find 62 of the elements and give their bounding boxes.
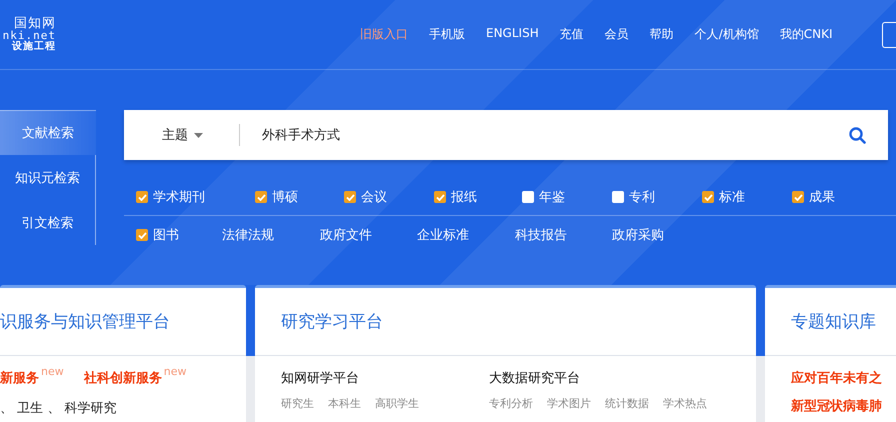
sub-link[interactable]: 高职学生 — [375, 396, 419, 411]
card-title: 专题知识库 — [791, 311, 876, 333]
search-tab[interactable]: 文献检索 — [0, 110, 96, 155]
new-label: new — [41, 365, 64, 378]
database-checkbox[interactable]: 学术期刊 — [136, 188, 205, 206]
nav-link[interactable]: 帮助 — [650, 26, 674, 43]
search-button[interactable] — [849, 126, 866, 144]
database-link[interactable]: 企业标准 — [417, 226, 469, 244]
nav-link[interactable]: ENGLISH — [486, 26, 539, 43]
category-text: 、 卫生 、 科学研究 — [0, 400, 118, 417]
database-link[interactable]: 法律法规 — [222, 226, 274, 244]
search-tab[interactable]: 知识元检索 — [0, 155, 96, 200]
database-checkbox[interactable]: 成果 — [792, 188, 835, 206]
database-checkbox[interactable]: 年鉴 — [522, 188, 565, 206]
card-title: 研究学习平台 — [281, 311, 383, 333]
card-title: 识服务与知识管理平台 — [0, 311, 170, 333]
database-checkbox[interactable]: 专利 — [612, 188, 655, 206]
database-link[interactable]: 政府文件 — [320, 226, 372, 244]
field-dropdown[interactable]: 主题 — [162, 126, 203, 144]
outline-button[interactable] — [882, 22, 896, 48]
checkbox[interactable] — [434, 191, 446, 203]
checkbox[interactable] — [522, 191, 534, 203]
checkbox[interactable] — [136, 229, 148, 241]
checkbox[interactable] — [344, 191, 356, 203]
database-checkbox[interactable]: 标准 — [702, 188, 745, 206]
sub-link[interactable]: 学术热点 — [663, 396, 707, 411]
platform-link[interactable]: 大数据研究平台 — [489, 369, 697, 387]
sub-link[interactable]: 统计数据 — [605, 396, 649, 411]
checkbox[interactable] — [136, 191, 148, 203]
checkbox[interactable] — [792, 191, 804, 203]
sub-link[interactable]: 专利分析 — [489, 396, 533, 411]
nav-link[interactable]: 我的CNKI — [780, 26, 833, 43]
nav-link[interactable]: 充值 — [560, 26, 584, 43]
logo-domain: nki.net — [2, 30, 56, 42]
checkbox[interactable] — [702, 191, 714, 203]
sub-link[interactable]: 研究生 — [281, 396, 314, 411]
database-link[interactable]: 政府采购 — [612, 226, 664, 244]
database-checkbox[interactable]: 图书 — [136, 226, 179, 244]
search-field[interactable]: 主题 外科手术方式 — [124, 110, 888, 160]
database-checkbox[interactable]: 博硕 — [255, 188, 298, 206]
search-tab[interactable]: 引文检索 — [0, 200, 96, 245]
topic-link[interactable]: 应对百年未有之 — [791, 369, 896, 387]
nav-link[interactable]: 会员 — [604, 26, 629, 43]
sub-link[interactable]: 本科生 — [328, 396, 361, 411]
database-checkbox[interactable]: 会议 — [344, 188, 387, 206]
database-checkbox[interactable]: 报纸 — [434, 188, 477, 206]
platform-link[interactable]: 知网研学平台 — [281, 369, 489, 387]
caret-icon — [194, 132, 203, 138]
service-link[interactable]: 新服务 — [0, 369, 39, 387]
nav-link[interactable]: 手机版 — [429, 26, 465, 43]
sub-link[interactable]: 学术图片 — [547, 396, 591, 411]
logo[interactable]: 国知网 nki.net 设施工程 — [0, 16, 60, 52]
logo-tagline: 设施工程 — [12, 42, 56, 52]
logo-title: 国知网 — [14, 16, 56, 30]
new-label: new — [164, 365, 186, 378]
nav-link[interactable]: 个人/机构馆 — [694, 26, 759, 43]
search-icon — [849, 126, 866, 144]
service-link[interactable]: 社科创新服务 — [84, 369, 162, 387]
topic-link[interactable]: 新型冠状病毒肺 — [791, 397, 896, 415]
database-link[interactable]: 科技报告 — [515, 226, 567, 244]
checkbox[interactable] — [255, 191, 267, 203]
checkbox[interactable] — [612, 191, 624, 203]
